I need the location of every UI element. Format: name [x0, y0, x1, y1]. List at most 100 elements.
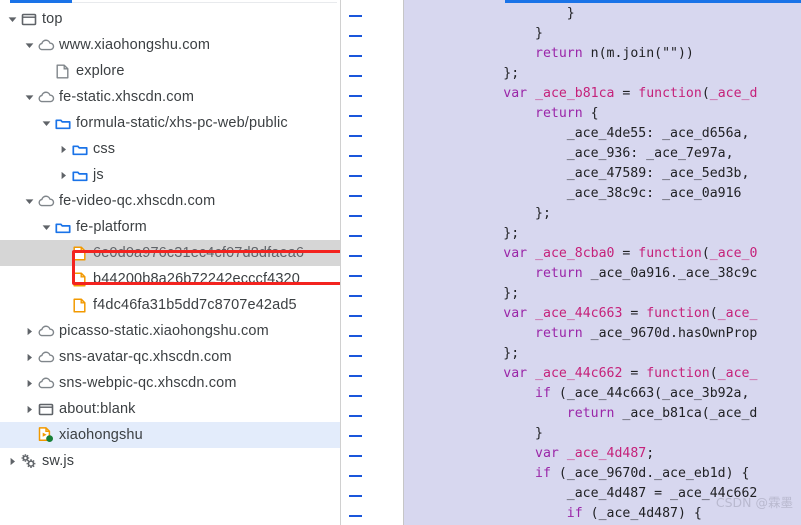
code-token: "": [662, 46, 678, 61]
tree-row-label: explore: [76, 62, 125, 79]
code-line: var _ace_44c662 = function(_ace_: [404, 364, 801, 384]
code-token: =: [614, 86, 639, 101]
service-worker-icon: [36, 427, 55, 443]
chevron-down-icon[interactable]: [23, 197, 36, 206]
cloud-icon: [36, 91, 55, 103]
code-token: }: [408, 6, 575, 21]
gutter-dash-marker[interactable]: [349, 115, 362, 117]
code-token: _ace_9670d.hasOwnProp: [582, 326, 758, 341]
code-line: _ace_4de55: _ace_d656a,: [404, 124, 801, 144]
tree-row[interactable]: fe-video-qc.xhscdn.com: [0, 188, 340, 214]
gutter-dash-marker[interactable]: [349, 395, 362, 397]
chevron-down-icon[interactable]: [23, 41, 36, 50]
gutter-dash-marker[interactable]: [349, 475, 362, 477]
tree-row-label: b44200b8a26b72242ecccf4320: [93, 270, 300, 287]
tree-row[interactable]: sns-webpic-qc.xhscdn.com: [0, 370, 340, 396]
gutter-dash-marker[interactable]: [349, 135, 362, 137]
gutter-dash-marker[interactable]: [349, 15, 362, 17]
gutter-dash-marker[interactable]: [349, 295, 362, 297]
code-line: _ace_4d487 = _ace_44c662: [404, 484, 801, 504]
chevron-down-icon[interactable]: [40, 223, 53, 232]
chevron-down-icon[interactable]: [23, 93, 36, 102]
tree-row[interactable]: formula-static/xhs-pc-web/public: [0, 110, 340, 136]
tree-row[interactable]: top: [0, 6, 340, 32]
tree-row[interactable]: 6e0d0a976c31ec4cf07d8dfaea6: [0, 240, 340, 266]
code-token: _ace_4d487 = _ace_44c662: [408, 486, 758, 501]
cloud-icon: [36, 351, 55, 363]
tree-row[interactable]: xiaohongshu: [0, 422, 340, 448]
gears-icon: [19, 453, 38, 469]
source-code-panel[interactable]: } } return n(m.join("")) }; var _ace_b81…: [404, 0, 801, 525]
tree-row[interactable]: sw.js: [0, 448, 340, 474]
tree-row[interactable]: js: [0, 162, 340, 188]
code-line: var _ace_8cba0 = function(_ace_0: [404, 244, 801, 264]
folder-icon: [70, 143, 89, 156]
gutter-dash-marker[interactable]: [349, 335, 362, 337]
code-token: _ace_8cba0: [535, 246, 615, 261]
code-token: (: [709, 306, 718, 321]
code-line: var _ace_4d487;: [404, 444, 801, 464]
tree-row[interactable]: fe-static.xhscdn.com: [0, 84, 340, 110]
tree-row[interactable]: sns-avatar-qc.xhscdn.com: [0, 344, 340, 370]
gutter-dash-marker[interactable]: [349, 175, 362, 177]
code-line: };: [404, 344, 801, 364]
gutter-dash-marker[interactable]: [349, 95, 362, 97]
document-icon: [53, 64, 72, 79]
gutter-dash-marker[interactable]: [349, 495, 362, 497]
chevron-right-icon[interactable]: [57, 171, 70, 180]
chevron-right-icon[interactable]: [23, 327, 36, 336]
tree-row[interactable]: explore: [0, 58, 340, 84]
gutter-dash-marker[interactable]: [349, 75, 362, 77]
tree-row[interactable]: picasso-static.xiaohongshu.com: [0, 318, 340, 344]
tree-row[interactable]: www.xiaohongshu.com: [0, 32, 340, 58]
tree-row[interactable]: css: [0, 136, 340, 162]
folder-icon: [70, 169, 89, 182]
code-token: var: [535, 446, 559, 461]
tree-row[interactable]: fe-platform: [0, 214, 340, 240]
code-token: _ace_4d487: [566, 446, 647, 461]
code-token: (: [709, 366, 718, 381]
chevron-down-icon[interactable]: [6, 15, 19, 24]
gutter-dash-marker[interactable]: [349, 375, 362, 377]
chevron-right-icon[interactable]: [6, 457, 19, 466]
gutter-dash-marker[interactable]: [349, 195, 362, 197]
code-line: return _ace_b81ca(_ace_d: [404, 404, 801, 424]
chevron-right-icon[interactable]: [23, 379, 36, 388]
cloud-icon: [36, 39, 55, 51]
chevron-right-icon[interactable]: [57, 145, 70, 154]
cloud-icon: [36, 325, 55, 337]
tree-row[interactable]: b44200b8a26b72242ecccf4320: [0, 266, 340, 292]
gutter-dash-marker[interactable]: [349, 255, 362, 257]
gutter-dash-marker[interactable]: [349, 515, 362, 517]
tree-row[interactable]: about:blank: [0, 396, 340, 422]
gutter-dash-marker[interactable]: [349, 55, 362, 57]
gutter-dash-marker[interactable]: [349, 435, 362, 437]
gutter-dash-marker[interactable]: [349, 415, 362, 417]
file-tree[interactable]: top www.xiaohongshu.com explore fe-static.x…: [0, 6, 340, 474]
code-line: if (_ace_9670d._ace_eb1d) {: [404, 464, 801, 484]
tree-row[interactable]: f4dc46fa31b5dd7c8707e42ad5: [0, 292, 340, 318]
gutter-dash-marker[interactable]: [349, 155, 362, 157]
chevron-down-icon[interactable]: [40, 119, 53, 128]
frame-icon: [19, 13, 38, 26]
gutter-dash-marker[interactable]: [349, 455, 362, 457]
code-line: };: [404, 64, 801, 84]
gutter-dash-marker[interactable]: [349, 275, 362, 277]
navigator-panel[interactable]: top www.xiaohongshu.com explore fe-static.x…: [0, 0, 341, 525]
code-token: (_ace_9670d._ace_eb1d) {: [550, 466, 750, 481]
code-line: }: [404, 424, 801, 444]
gutter-dash-marker[interactable]: [349, 355, 362, 357]
gutter-dash-marker[interactable]: [349, 215, 362, 217]
gutter-dash-marker[interactable]: [349, 315, 362, 317]
gutter-dash-marker[interactable]: [349, 35, 362, 37]
chevron-right-icon[interactable]: [23, 353, 36, 362]
code-token: _ace_: [717, 306, 758, 321]
gutter-dash-marker[interactable]: [349, 235, 362, 237]
chevron-right-icon[interactable]: [23, 405, 36, 414]
